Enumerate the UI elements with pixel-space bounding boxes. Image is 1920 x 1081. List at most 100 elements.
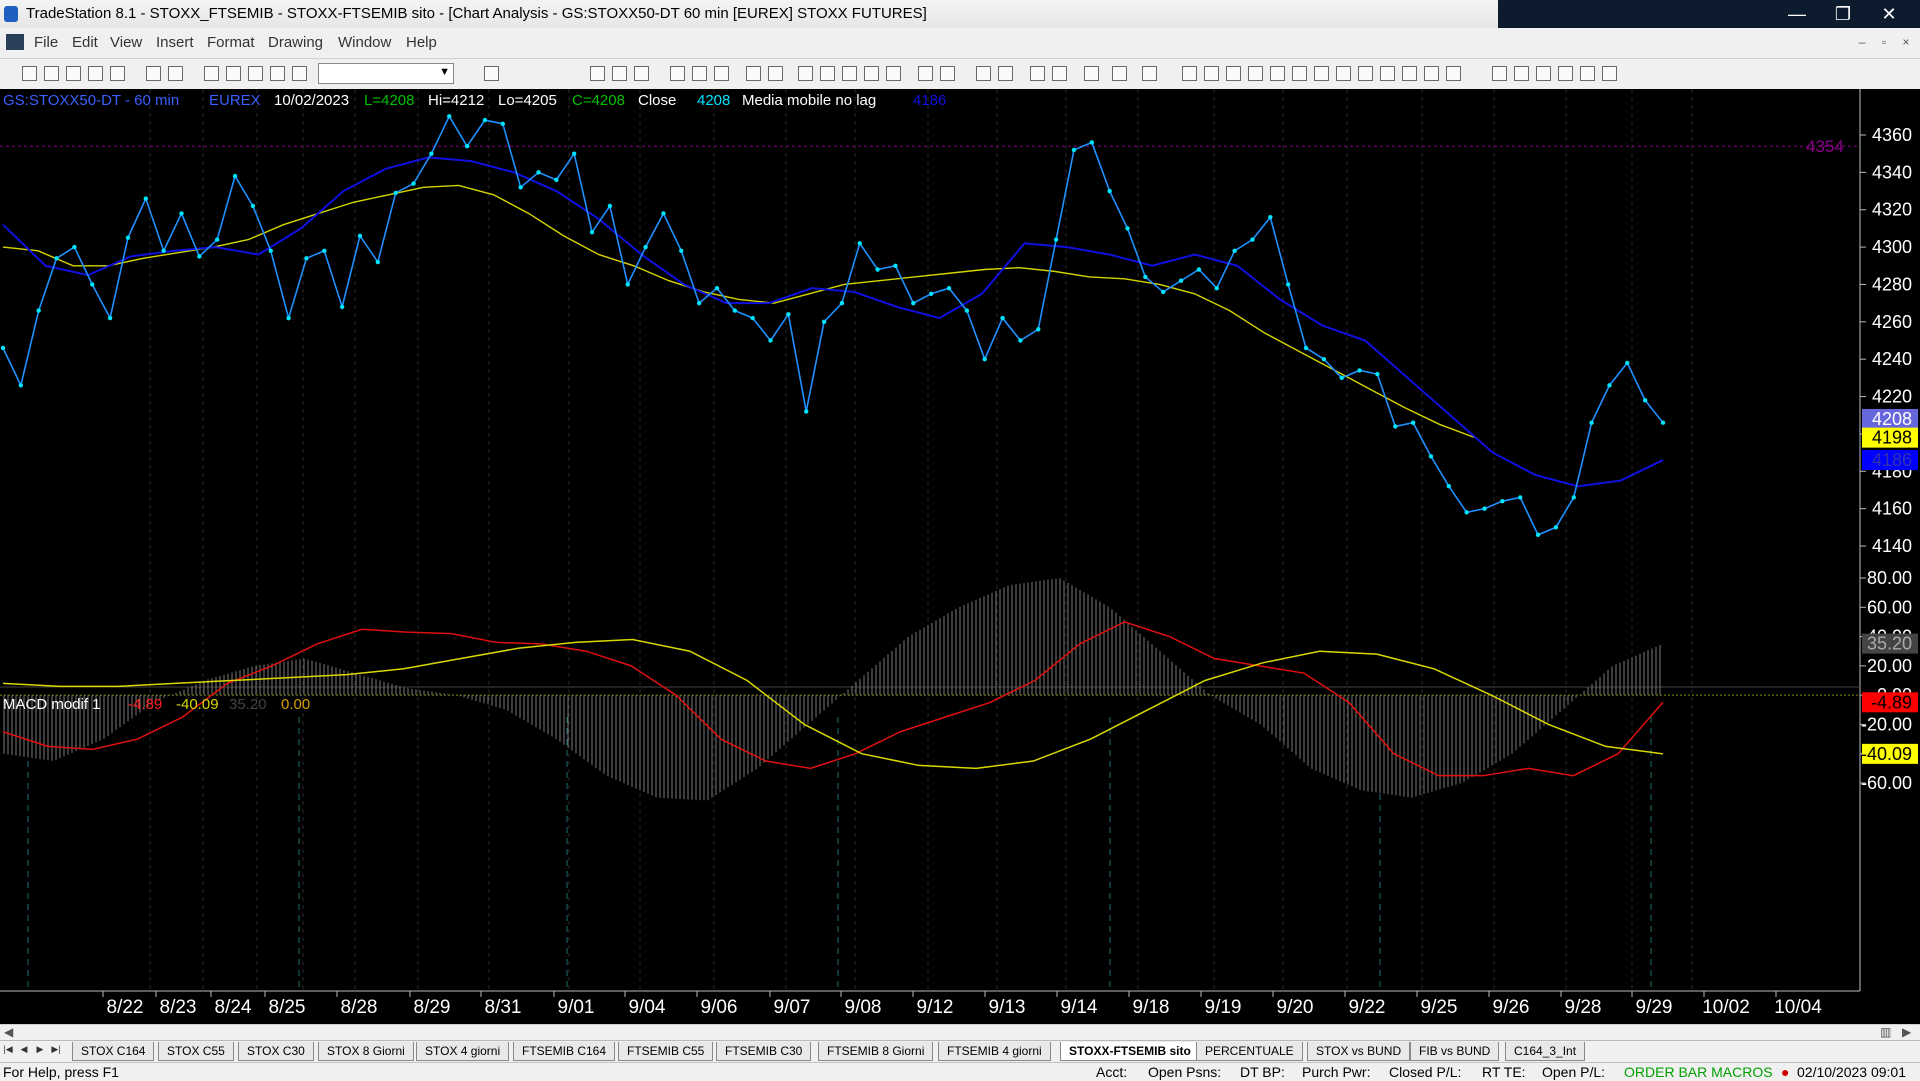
- fib-retracement-icon[interactable]: [1358, 66, 1373, 81]
- text-abc-icon[interactable]: [1602, 66, 1617, 81]
- tab-stox-c55[interactable]: STOX C55: [158, 1042, 234, 1061]
- gann-fan-icon[interactable]: [1292, 66, 1307, 81]
- pointer-icon[interactable]: [1030, 66, 1045, 81]
- tab-stox-c30[interactable]: STOX C30: [238, 1042, 314, 1061]
- menu-edit[interactable]: Edit: [72, 34, 98, 51]
- new-icon[interactable]: [22, 66, 37, 81]
- menu-help[interactable]: Help: [406, 34, 437, 51]
- menu-format[interactable]: Format: [207, 34, 255, 51]
- save-workspace-icon[interactable]: [146, 66, 161, 81]
- parallel-lines-icon[interactable]: [1402, 66, 1417, 81]
- close-button[interactable]: ✕: [1866, 0, 1912, 28]
- circle-icon[interactable]: [1558, 66, 1573, 81]
- copy-icon[interactable]: [226, 66, 241, 81]
- window-cascade-icon[interactable]: [612, 66, 627, 81]
- new-workspace-icon[interactable]: [88, 66, 103, 81]
- tab-stox-4-giorni[interactable]: STOX 4 giorni: [416, 1042, 510, 1061]
- horizontal-arrow-icon[interactable]: [1380, 66, 1395, 81]
- tab-percentuale[interactable]: PERCENTUALE: [1196, 1042, 1303, 1061]
- tab-fib-vs-bund[interactable]: FIB vs BUND: [1410, 1042, 1500, 1061]
- andrews-pitchfork-icon[interactable]: [1336, 66, 1351, 81]
- mdi-minimize-button[interactable]: –: [1852, 33, 1872, 51]
- tab-last-icon[interactable]: ▶|: [50, 1044, 62, 1058]
- option-icon[interactable]: [820, 66, 835, 81]
- window-tile-icon[interactable]: [590, 66, 605, 81]
- maximize-button[interactable]: ❐: [1820, 0, 1866, 28]
- menu-drawing[interactable]: Drawing: [268, 34, 323, 51]
- arrow-down-red-icon[interactable]: [1514, 66, 1529, 81]
- mdi-restore-button[interactable]: ▫: [1874, 33, 1894, 51]
- scroll-right-icon[interactable]: ▶: [1902, 1025, 1911, 1039]
- network-icon[interactable]: [292, 66, 307, 81]
- menu-file[interactable]: File: [34, 34, 58, 51]
- speed-lines-icon[interactable]: [1270, 66, 1285, 81]
- tab-stoxx-ftsemib-sito[interactable]: STOXX-FTSEMIB sito: [1060, 1042, 1200, 1061]
- mdi-close-button[interactable]: ×: [1896, 33, 1916, 51]
- open-icon[interactable]: [44, 66, 59, 81]
- data-window-icon[interactable]: [1052, 66, 1067, 81]
- matrix-icon[interactable]: [842, 66, 857, 81]
- fibonacci-icon[interactable]: [1248, 66, 1263, 81]
- scroll-left-icon[interactable]: ◀: [4, 1025, 13, 1039]
- tab-first-icon[interactable]: |◀: [2, 1044, 14, 1058]
- tab-ftsemib-c30[interactable]: FTSEMIB C30: [716, 1042, 812, 1061]
- tab-ftsemib-c55[interactable]: FTSEMIB C55: [618, 1042, 714, 1061]
- tools-icon[interactable]: [1084, 66, 1099, 81]
- status-macros[interactable]: ORDER BAR MACROS: [1624, 1064, 1773, 1080]
- print-icon[interactable]: [168, 66, 183, 81]
- menu-insert[interactable]: Insert: [156, 34, 194, 51]
- format-icon[interactable]: [746, 66, 761, 81]
- lock-icon[interactable]: [248, 66, 263, 81]
- table-icon[interactable]: [634, 66, 649, 81]
- menu-window[interactable]: Window: [338, 34, 391, 51]
- radar-icon[interactable]: [864, 66, 879, 81]
- bar-compress-icon[interactable]: [940, 66, 955, 81]
- tab-stox-vs-bund[interactable]: STOX vs BUND: [1307, 1042, 1411, 1061]
- chart-window-icon[interactable]: [6, 34, 24, 50]
- tab-stox-c164[interactable]: STOX C164: [72, 1042, 155, 1061]
- arrow-up-blue-icon[interactable]: [1536, 66, 1551, 81]
- symbol-combo[interactable]: ▼: [318, 63, 454, 84]
- signal-icon[interactable]: [692, 66, 707, 81]
- horizontal-lines-icon[interactable]: [1226, 66, 1241, 81]
- chart-area[interactable]: GS:STOXX50-DT - 60 min EUREX 10/02/2023 …: [0, 89, 1920, 1025]
- pencil-icon[interactable]: [1446, 66, 1461, 81]
- menu-view[interactable]: View: [110, 34, 142, 51]
- indicator-icon[interactable]: [670, 66, 685, 81]
- tradestation-app-icon[interactable]: [4, 6, 18, 22]
- chart-svg[interactable]: GS:STOXX50-DT - 60 min EUREX 10/02/2023 …: [0, 89, 1920, 1025]
- scanner-icon[interactable]: [798, 66, 813, 81]
- search-icon[interactable]: [484, 66, 499, 81]
- chart-style-icon[interactable]: [886, 66, 901, 81]
- minimize-button[interactable]: —: [1774, 0, 1820, 28]
- refresh-icon[interactable]: [714, 66, 729, 81]
- open-workspace-icon[interactable]: [66, 66, 81, 81]
- tab-c164-3-int[interactable]: C164_3_Int: [1505, 1042, 1586, 1061]
- tab-stox-8-giorni[interactable]: STOX 8 Giorni: [318, 1042, 414, 1061]
- drawing-object-icon[interactable]: [1112, 66, 1127, 81]
- bar-spacing-icon[interactable]: [918, 66, 933, 81]
- horizontal-scrollbar[interactable]: ◀ ▥ ▶: [0, 1024, 1920, 1041]
- workspace-tabs-bar: |◀ ◀ ▶ ▶| STOX C164 STOX C55 STOX C30 STOX …: [0, 1040, 1920, 1063]
- curve-icon[interactable]: [1492, 66, 1507, 81]
- format-symbol-icon[interactable]: [768, 66, 783, 81]
- tab-prev-icon[interactable]: ◀: [18, 1044, 30, 1058]
- save-icon[interactable]: [110, 66, 125, 81]
- scroll-thumb-icon[interactable]: ▥: [1880, 1025, 1891, 1039]
- tab-ftsemib-4-giorni[interactable]: FTSEMIB 4 giorni: [938, 1042, 1051, 1061]
- regression-channel-icon[interactable]: [1314, 66, 1329, 81]
- tab-ftsemib-8-giorni[interactable]: FTSEMIB 8 Giorni: [818, 1042, 934, 1061]
- arc-icon[interactable]: [1424, 66, 1439, 81]
- cut-icon[interactable]: [204, 66, 219, 81]
- strategy-icon[interactable]: [270, 66, 285, 81]
- zoom-in-icon[interactable]: [976, 66, 991, 81]
- zoom-out-icon[interactable]: [998, 66, 1013, 81]
- tab-next-icon[interactable]: ▶: [34, 1044, 46, 1058]
- price-tick-label: 4260: [1872, 312, 1912, 332]
- trendline-icon[interactable]: [1182, 66, 1197, 81]
- rectangle-icon[interactable]: [1580, 66, 1595, 81]
- vertical-lines-icon[interactable]: [1204, 66, 1219, 81]
- hide-drawing-icon[interactable]: [1142, 66, 1157, 81]
- chevron-down-icon[interactable]: ▼: [439, 66, 450, 78]
- tab-ftsemib-c164[interactable]: FTSEMIB C164: [513, 1042, 616, 1061]
